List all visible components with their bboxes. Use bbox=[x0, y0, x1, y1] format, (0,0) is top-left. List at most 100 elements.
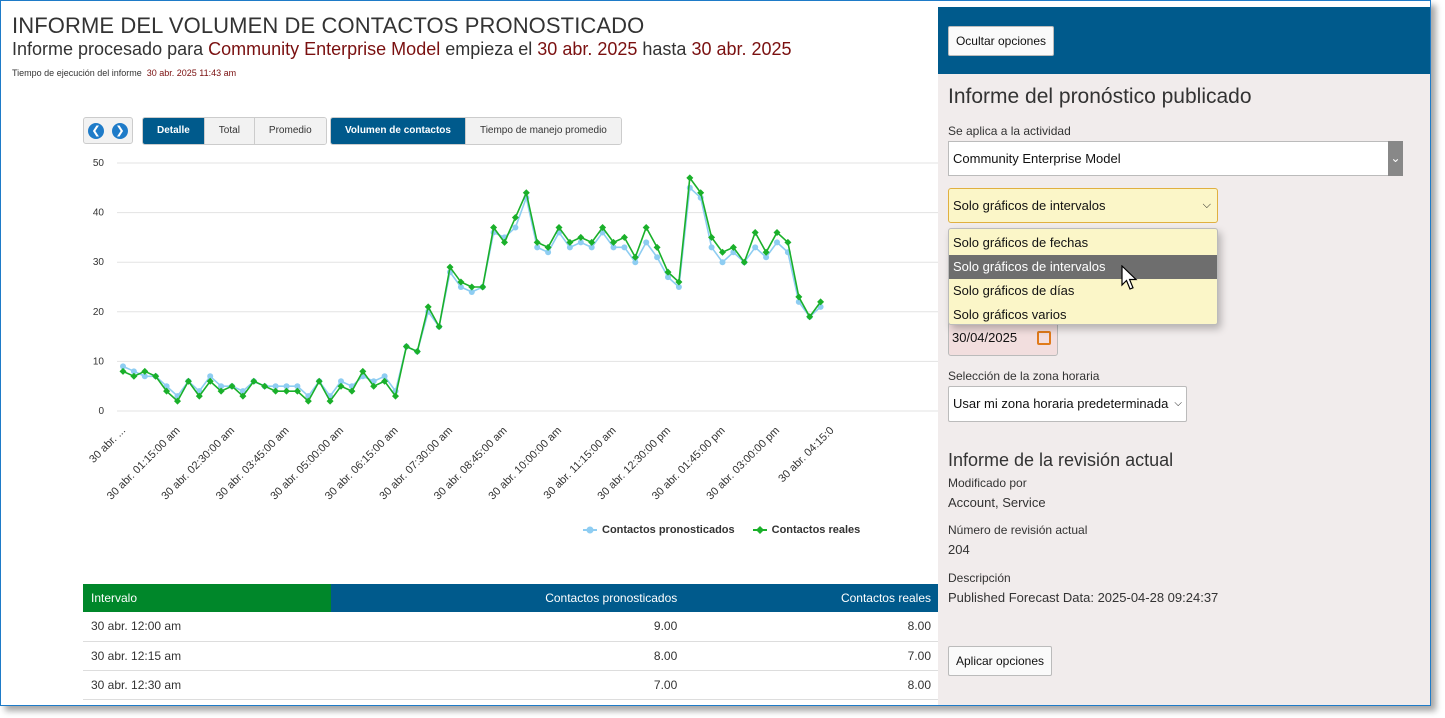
data-point bbox=[795, 293, 803, 301]
activity-select[interactable]: Community Enterprise Model ⌄ bbox=[948, 141, 1403, 176]
option-varios[interactable]: Solo gráficos varios bbox=[949, 303, 1217, 327]
legend-label: Contactos reales bbox=[771, 524, 861, 536]
legend-marker-circle bbox=[583, 526, 597, 534]
data-point bbox=[642, 223, 650, 231]
chart-x-axis: 30 abr. ...30 abr. 01:15:00 am30 abr. 02… bbox=[87, 425, 836, 503]
y-tick-label: 40 bbox=[93, 208, 105, 219]
table-row: 30 abr. 12:15 am 8.00 7.00 bbox=[83, 641, 939, 671]
table-header-row: Intervalo Contactos pronosticados Contac… bbox=[83, 584, 939, 612]
chart-legend: Contactos pronosticados Contactos reales bbox=[583, 524, 860, 536]
timezone-label: Selección de la zona horaria bbox=[948, 369, 1100, 383]
cell-intervalo: 30 abr. 12:00 am bbox=[83, 612, 331, 642]
data-point bbox=[620, 233, 628, 241]
chart-type-value: Solo gráficos de intervalos bbox=[953, 198, 1106, 213]
subtitle-starts-label: empieza el bbox=[445, 39, 533, 59]
tab-detalle[interactable]: Detalle bbox=[143, 118, 204, 144]
subtitle-prefix: Informe procesado para bbox=[12, 39, 204, 59]
data-point bbox=[533, 238, 541, 246]
data-point bbox=[621, 244, 628, 251]
data-point bbox=[544, 243, 552, 251]
chevron-down-icon: ⌵ bbox=[1202, 199, 1211, 211]
chart-type-dropdown: Solo gráficos de fechas Solo gráficos de… bbox=[948, 228, 1218, 325]
chart-navigation: ❮ ❯ bbox=[83, 117, 133, 144]
hide-options-button[interactable]: Ocultar opciones bbox=[948, 26, 1054, 56]
tab-promedio[interactable]: Promedio bbox=[253, 118, 326, 144]
cell-reales: 7.00 bbox=[685, 641, 939, 671]
chart-series bbox=[119, 174, 825, 405]
revision-number-value: 204 bbox=[948, 542, 970, 557]
mouse-cursor-icon bbox=[1121, 265, 1138, 290]
execution-label: Tiempo de ejecución del informe bbox=[12, 68, 142, 78]
chevron-down-icon: ⌵ bbox=[1174, 398, 1182, 409]
data-point bbox=[119, 367, 127, 375]
x-tick-label: 30 abr. 04:15:0 bbox=[776, 425, 836, 485]
data-point bbox=[522, 189, 530, 197]
options-panel: Ocultar opciones Informe del pronóstico … bbox=[938, 7, 1430, 705]
data-point bbox=[686, 184, 693, 191]
line-chart: 0 10 20 30 40 50 30 abr. ...30 abr. 01:15:00 … bbox=[87, 158, 938, 503]
cell-intervalo: 30 abr. 12:15 am bbox=[83, 641, 331, 671]
tab-tiempo-manejo[interactable]: Tiempo de manejo promedio bbox=[464, 118, 621, 144]
activity-label: Se aplica a la actividad bbox=[948, 124, 1071, 138]
data-point bbox=[752, 244, 759, 251]
data-point bbox=[643, 239, 650, 246]
options-panel-header: Ocultar opciones bbox=[938, 7, 1430, 74]
data-point bbox=[653, 243, 661, 251]
data-point bbox=[512, 224, 519, 231]
date-value: 30/04/2025 bbox=[952, 330, 1018, 345]
option-intervalos[interactable]: Solo gráficos de intervalos bbox=[949, 255, 1217, 279]
tab-total[interactable]: Total bbox=[203, 118, 254, 144]
cell-pronosticados: 8.00 bbox=[331, 641, 686, 671]
page-subtitle: Informe procesado para Community Enterpr… bbox=[12, 39, 792, 60]
data-point bbox=[141, 367, 149, 375]
revision-number-label: Número de revisión actual bbox=[948, 523, 1088, 537]
column-header-reales[interactable]: Contactos reales bbox=[685, 584, 939, 612]
chart-type-select[interactable]: Solo gráficos de intervalos ⌵ bbox=[948, 188, 1218, 223]
view-mode-tabs: Detalle Total Promedio bbox=[142, 117, 327, 145]
y-tick-label: 50 bbox=[93, 158, 105, 169]
apply-options-button[interactable]: Aplicar opciones bbox=[948, 646, 1052, 676]
data-point bbox=[424, 303, 432, 311]
cell-pronosticados: 7.00 bbox=[331, 670, 686, 700]
report-window: INFORME DEL VOLUMEN DE CONTACTOS PRONOST… bbox=[0, 0, 1431, 706]
data-point bbox=[774, 239, 780, 246]
data-point bbox=[468, 283, 476, 291]
option-fechas[interactable]: Solo gráficos de fechas bbox=[949, 231, 1217, 255]
metric-tabs: Volumen de contactos Tiempo de manejo pr… bbox=[330, 117, 622, 145]
calendar-icon[interactable] bbox=[1037, 331, 1051, 345]
data-point bbox=[283, 387, 290, 395]
revision-title: Informe de la revisión actual bbox=[948, 450, 1174, 470]
y-tick-label: 20 bbox=[93, 307, 105, 318]
legend-label: Contactos pronosticados bbox=[602, 524, 735, 536]
y-tick-label: 10 bbox=[93, 356, 105, 367]
data-table: Intervalo Contactos pronosticados Contac… bbox=[83, 584, 939, 700]
data-point bbox=[272, 387, 280, 395]
legend-item-reales[interactable]: Contactos reales bbox=[752, 524, 861, 536]
x-tick-label: 30 abr. ... bbox=[87, 425, 128, 466]
subtitle-until-label: hasta bbox=[642, 39, 687, 59]
cell-reales: 8.00 bbox=[685, 670, 939, 700]
modified-label: Modificado por bbox=[948, 476, 1027, 490]
legend-marker-diamond bbox=[752, 526, 767, 534]
data-point bbox=[130, 372, 138, 380]
column-header-pronosticados[interactable]: Contactos pronosticados bbox=[331, 584, 686, 612]
data-point bbox=[479, 283, 487, 291]
chevron-down-icon[interactable]: ⌄ bbox=[1388, 141, 1403, 176]
cell-reales: 8.00 bbox=[685, 612, 939, 642]
data-point bbox=[654, 254, 661, 261]
tab-volumen-contactos[interactable]: Volumen de contactos bbox=[331, 118, 465, 144]
timezone-select[interactable]: Usar mi zona horaria predeterminada ⌵ bbox=[948, 386, 1187, 422]
subtitle-start-date: 30 abr. 2025 bbox=[537, 39, 638, 59]
modified-value: Account, Service bbox=[948, 495, 1046, 510]
page-title: INFORME DEL VOLUMEN DE CONTACTOS PRONOST… bbox=[12, 13, 645, 38]
execution-time: Tiempo de ejecución del informe 30 abr. … bbox=[12, 68, 236, 78]
legend-item-pronosticados[interactable]: Contactos pronosticados bbox=[583, 524, 735, 536]
cell-pronosticados: 9.00 bbox=[331, 612, 686, 642]
option-dias[interactable]: Solo gráficos de días bbox=[949, 279, 1217, 303]
data-point bbox=[708, 244, 715, 251]
cell-intervalo: 30 abr. 12:30 am bbox=[83, 670, 331, 700]
data-point bbox=[719, 259, 726, 266]
arrow-left-icon[interactable]: ❮ bbox=[88, 122, 104, 139]
column-header-intervalo[interactable]: Intervalo bbox=[83, 584, 331, 612]
arrow-right-icon[interactable]: ❯ bbox=[112, 122, 128, 139]
